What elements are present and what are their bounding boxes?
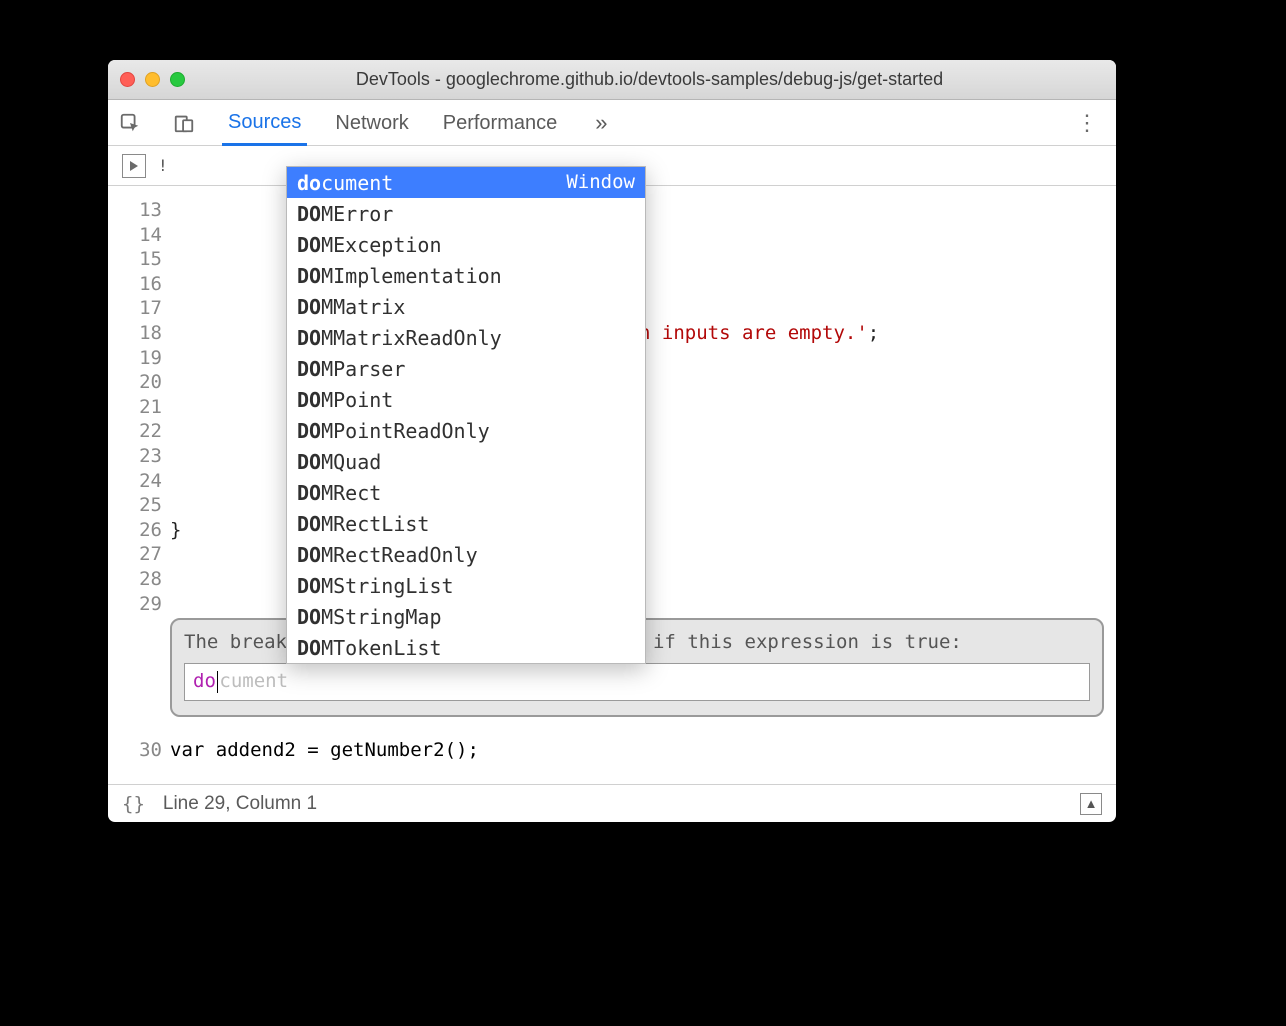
line-no[interactable]: 20 bbox=[108, 370, 162, 395]
devtools-window: DevTools - googlechrome.github.io/devtoo… bbox=[108, 60, 1116, 822]
line-no[interactable]: 18 bbox=[108, 321, 162, 346]
text-caret bbox=[217, 671, 219, 693]
input-suggestion: cument bbox=[219, 669, 288, 694]
line-no[interactable]: 30 bbox=[108, 738, 170, 763]
zoom-icon[interactable] bbox=[170, 72, 185, 87]
line-no[interactable]: 28 bbox=[108, 567, 162, 592]
autocomplete-item[interactable]: DOMQuad bbox=[287, 446, 645, 477]
autocomplete-item[interactable]: DOMException bbox=[287, 229, 645, 260]
autocomplete-popup[interactable]: documentWindowDOMErrorDOMExceptionDOMImp… bbox=[286, 166, 646, 664]
line-no bbox=[108, 186, 162, 198]
line-no[interactable]: 25 bbox=[108, 493, 162, 518]
tab-network[interactable]: Network bbox=[329, 102, 414, 144]
line-no[interactable]: 23 bbox=[108, 444, 162, 469]
line-no[interactable]: 24 bbox=[108, 469, 162, 494]
line-no[interactable]: 17 bbox=[108, 296, 162, 321]
autocomplete-item[interactable]: DOMTokenList bbox=[287, 632, 645, 663]
toolbar-filename-glyph: ! bbox=[158, 156, 168, 175]
device-toggle-icon[interactable] bbox=[168, 108, 200, 138]
line-no[interactable]: 26 bbox=[108, 518, 162, 543]
status-bar: {} Line 29, Column 1 ▲ bbox=[108, 784, 1116, 822]
breakpoint-expression-input[interactable]: document bbox=[184, 663, 1090, 701]
line-no[interactable]: 27 bbox=[108, 542, 162, 567]
resume-icon[interactable] bbox=[122, 154, 146, 178]
code-text: var addend2 = getNumber2(); bbox=[170, 738, 479, 763]
autocomplete-item[interactable]: DOMRect bbox=[287, 477, 645, 508]
line-no[interactable]: 22 bbox=[108, 419, 162, 444]
line-gutter: 13 14 15 16 17 18 19 20 21 22 23 24 25 2… bbox=[108, 186, 170, 784]
pretty-print-icon[interactable]: {} bbox=[122, 793, 145, 815]
more-tabs-icon[interactable]: » bbox=[585, 110, 617, 136]
line-no[interactable]: 19 bbox=[108, 346, 162, 371]
code-text: ; bbox=[868, 322, 879, 344]
code-line-30: 30 var addend2 = getNumber2(); bbox=[108, 738, 1116, 763]
autocomplete-item[interactable]: documentWindow bbox=[287, 167, 645, 198]
autocomplete-item[interactable]: DOMParser bbox=[287, 353, 645, 384]
autocomplete-item[interactable]: DOMRectList bbox=[287, 508, 645, 539]
input-typed: do bbox=[193, 669, 216, 694]
minimize-icon[interactable] bbox=[145, 72, 160, 87]
inspect-icon[interactable] bbox=[114, 108, 146, 138]
line-no[interactable]: 29 bbox=[108, 592, 162, 617]
close-icon[interactable] bbox=[120, 72, 135, 87]
line-no[interactable]: 15 bbox=[108, 247, 162, 272]
tab-performance[interactable]: Performance bbox=[437, 102, 564, 144]
tab-sources[interactable]: Sources bbox=[222, 101, 307, 146]
window-title: DevTools - googlechrome.github.io/devtoo… bbox=[195, 69, 1104, 90]
menu-icon[interactable]: ⋮ bbox=[1064, 110, 1110, 136]
traffic-lights bbox=[120, 72, 185, 87]
toggle-drawer-icon[interactable]: ▲ bbox=[1080, 793, 1102, 815]
line-no[interactable]: 14 bbox=[108, 223, 162, 248]
autocomplete-item[interactable]: DOMStringList bbox=[287, 570, 645, 601]
autocomplete-item[interactable]: DOMPoint bbox=[287, 384, 645, 415]
titlebar: DevTools - googlechrome.github.io/devtoo… bbox=[108, 60, 1116, 100]
autocomplete-item[interactable]: DOMImplementation bbox=[287, 260, 645, 291]
autocomplete-item[interactable]: DOMPointReadOnly bbox=[287, 415, 645, 446]
autocomplete-item[interactable]: DOMMatrixReadOnly bbox=[287, 322, 645, 353]
line-no[interactable]: 21 bbox=[108, 395, 162, 420]
autocomplete-item[interactable]: DOMError bbox=[287, 198, 645, 229]
autocomplete-item[interactable]: DOMMatrix bbox=[287, 291, 645, 322]
autocomplete-item[interactable]: DOMRectReadOnly bbox=[287, 539, 645, 570]
autocomplete-item[interactable]: DOMStringMap bbox=[287, 601, 645, 632]
devtools-tabbar: Sources Network Performance » ⋮ bbox=[108, 100, 1116, 146]
line-no[interactable]: 13 bbox=[108, 198, 162, 223]
cursor-position: Line 29, Column 1 bbox=[163, 793, 317, 815]
line-no[interactable]: 16 bbox=[108, 272, 162, 297]
